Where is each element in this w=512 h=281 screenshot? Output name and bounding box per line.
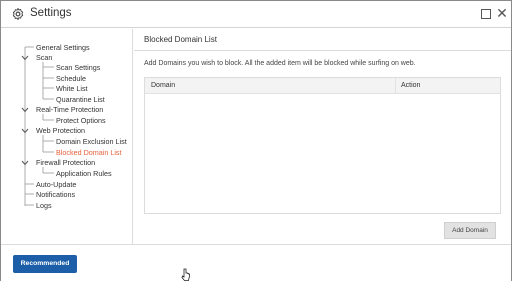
- nav-white-list[interactable]: White List: [56, 84, 88, 93]
- panel-header: Blocked Domain List: [134, 29, 511, 51]
- nav-scan-settings[interactable]: Scan Settings: [56, 63, 100, 72]
- panel-description: Add Domains you wish to block. All the a…: [144, 60, 416, 67]
- window-title: Settings: [30, 7, 72, 19]
- recommended-button[interactable]: Recommended: [13, 255, 77, 273]
- close-icon: ✕: [496, 5, 508, 21]
- settings-nav-tree: General Settings Scan Scan Settings Sche…: [1, 29, 133, 244]
- blocked-domain-table: Domain Action: [144, 77, 501, 214]
- maximize-button[interactable]: [481, 9, 491, 19]
- mouse-pointer-icon: [181, 268, 190, 281]
- title-bar: Settings ✕: [1, 1, 511, 28]
- nav-blocked-domain-list[interactable]: Blocked Domain List: [56, 148, 122, 157]
- gear-icon: [12, 7, 24, 21]
- collapse-toggle-real-time[interactable]: [21, 107, 29, 113]
- nav-quarantine-list[interactable]: Quarantine List: [56, 95, 105, 104]
- nav-scan[interactable]: Scan: [36, 53, 52, 62]
- close-button[interactable]: ✕: [496, 6, 508, 20]
- nav-web-protection[interactable]: Web Protection: [36, 126, 85, 135]
- collapse-toggle-scan[interactable]: [21, 55, 29, 61]
- collapse-toggle-firewall[interactable]: [21, 160, 29, 166]
- table-header: Domain Action: [145, 78, 500, 94]
- nav-application-rules[interactable]: Application Rules: [56, 169, 112, 178]
- settings-window: Settings ✕ General Settings Scan Scan Se…: [0, 0, 512, 281]
- nav-firewall-protection[interactable]: Firewall Protection: [36, 158, 95, 167]
- column-header-action[interactable]: Action: [401, 82, 420, 89]
- nav-notifications[interactable]: Notifications: [36, 190, 75, 199]
- collapse-toggle-web[interactable]: [21, 128, 29, 134]
- panel-title: Blocked Domain List: [144, 35, 217, 44]
- column-header-domain[interactable]: Domain: [151, 82, 175, 89]
- column-divider[interactable]: [395, 78, 396, 94]
- nav-schedule[interactable]: Schedule: [56, 74, 86, 83]
- nav-general-settings[interactable]: General Settings: [36, 43, 90, 52]
- nav-domain-exclusion-list[interactable]: Domain Exclusion List: [56, 137, 127, 146]
- footer-bar: Recommended: [1, 244, 511, 281]
- nav-real-time-protection[interactable]: Real-Time Protection: [36, 105, 103, 114]
- nav-logs[interactable]: Logs: [36, 201, 52, 210]
- nav-protect-options[interactable]: Protect Options: [56, 116, 106, 125]
- nav-auto-update[interactable]: Auto-Update: [36, 180, 76, 189]
- add-domain-button[interactable]: Add Domain: [444, 222, 496, 239]
